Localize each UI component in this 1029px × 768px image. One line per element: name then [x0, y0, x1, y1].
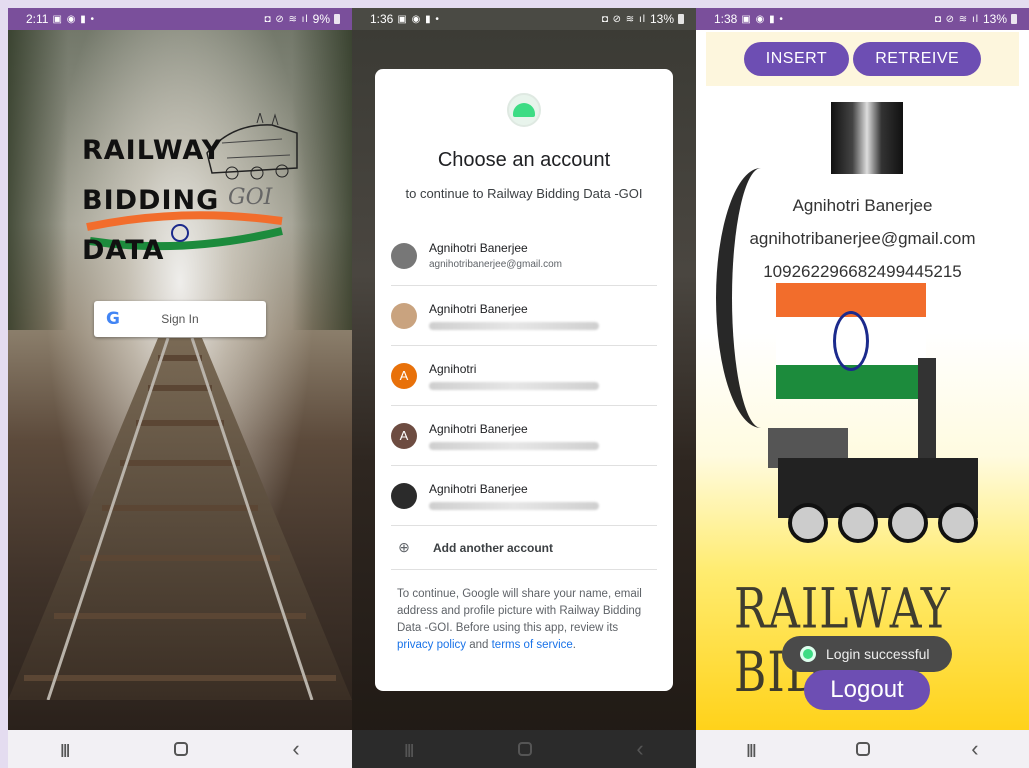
account-item[interactable]: Agnihotri Banerjee: [391, 466, 657, 526]
choose-account-dialog: Choose an account to continue to Railway…: [375, 69, 673, 691]
avatar: [391, 242, 417, 269]
back-icon[interactable]: ‹: [636, 736, 643, 762]
profile-screen: 1:38 ▣ ◉ ▮ • ◘ ⊘ ≋ ıl 13% INSERT RETREIV…: [696, 8, 1029, 768]
account-list: Agnihotri Banerjee agnihotribanerjee@gma…: [391, 226, 657, 570]
recents-icon[interactable]: |||: [404, 741, 414, 757]
redacted-email: [429, 501, 599, 510]
privacy-policy-link[interactable]: privacy policy: [397, 639, 466, 651]
sign-in-label: Sign In: [161, 312, 199, 326]
android-app-icon: [507, 93, 541, 127]
signal-icons: ◘ ⊘ ≋ ıl: [264, 13, 309, 25]
back-icon[interactable]: ‹: [292, 736, 299, 762]
home-icon[interactable]: [517, 742, 532, 756]
signal-icons: ◘ ⊘ ≋ ıl: [601, 13, 646, 25]
status-time: 1:38: [714, 12, 738, 26]
redacted-email: [429, 321, 599, 330]
redacted-email: [429, 381, 599, 390]
account-name: Agnihotri Banerjee: [429, 481, 528, 496]
add-account-button[interactable]: ⊕ Add another account: [391, 526, 657, 570]
status-bar: 1:38 ▣ ◉ ▮ • ◘ ⊘ ≋ ıl 13%: [696, 8, 1029, 30]
redacted-email: [429, 441, 599, 450]
status-bar: 2:11 ▣ ◉ ▮ • ◘ ⊘ ≋ ıl 9%: [8, 8, 352, 30]
logo-railway-text: RAILWAY: [82, 135, 223, 166]
user-name: Agnihotri Banerjee: [792, 196, 933, 215]
recents-icon[interactable]: |||: [60, 741, 70, 757]
avatar: A: [391, 422, 417, 449]
account-name: Agnihotri Banerjee: [429, 241, 528, 255]
toast-message: Login successful: [826, 646, 930, 662]
login-toast: Login successful: [782, 636, 952, 672]
trees-left: [8, 30, 68, 330]
terms-of-service-link[interactable]: terms of service: [492, 639, 573, 651]
account-name: Agnihotri Banerjee: [429, 421, 528, 436]
battery-icon: [1011, 14, 1017, 24]
nav-bar: ||| ‹: [352, 730, 696, 768]
login-screen: 2:11 ▣ ◉ ▮ • ◘ ⊘ ≋ ıl 9% RAILWAY BIDDING…: [8, 8, 352, 768]
railway-track-image: [8, 338, 352, 700]
dialog-subtitle: to continue to Railway Bidding Data -GOI: [405, 186, 643, 201]
status-bar: 1:36 ▣ ◉ ▮ • ◘ ⊘ ≋ ıl 13%: [352, 8, 696, 30]
retrieve-button[interactable]: RETREIVE: [853, 42, 982, 76]
account-item[interactable]: A Agnihotri: [391, 346, 657, 406]
status-time: 1:36: [370, 12, 394, 26]
account-name: Agnihotri Banerjee: [429, 301, 528, 316]
back-icon[interactable]: ‹: [971, 736, 978, 762]
status-time: 2:11: [26, 12, 49, 26]
app-logo: RAILWAY BIDDING GOI DATA: [82, 113, 302, 273]
battery-percent: 9%: [312, 12, 330, 26]
nav-bar: ||| ‹: [696, 730, 1029, 768]
logout-button[interactable]: Logout: [804, 670, 930, 710]
notification-icons: ▣ ◉ ▮ •: [741, 13, 784, 25]
profile-photo: [831, 102, 903, 174]
avatar: [391, 302, 417, 329]
recents-icon[interactable]: |||: [746, 741, 756, 757]
logo-goi-text: GOI: [228, 185, 273, 210]
account-item[interactable]: Agnihotri Banerjee agnihotribanerjee@gma…: [391, 226, 657, 286]
google-sign-in-button[interactable]: G Sign In: [94, 301, 266, 337]
disclaimer-and: and: [466, 639, 492, 651]
disclaimer-text: To continue, Google will share your name…: [397, 588, 642, 634]
dialog-title: Choose an account: [437, 149, 611, 171]
avatar: A: [391, 362, 417, 389]
add-account-label: Add another account: [433, 540, 554, 555]
account-chooser-screen: 1:36 ▣ ◉ ▮ • ◘ ⊘ ≋ ıl 13% Choose an acco…: [352, 8, 696, 768]
add-person-icon: ⊕: [398, 539, 410, 555]
account-item[interactable]: A Agnihotri Banerjee: [391, 406, 657, 466]
home-icon[interactable]: [856, 742, 871, 756]
google-icon: G: [106, 309, 120, 329]
battery-icon: [678, 14, 684, 24]
disclaimer-period: .: [572, 639, 576, 651]
battery-icon: [334, 14, 340, 24]
user-id: 109262296682499445215: [763, 262, 962, 281]
battery-percent: 13%: [982, 12, 1007, 26]
insert-button[interactable]: INSERT: [743, 42, 850, 76]
account-email: agnihotribanerjee@gmail.com: [429, 259, 562, 270]
account-item[interactable]: Agnihotri Banerjee: [391, 286, 657, 346]
logo-data-text: DATA: [82, 235, 165, 266]
notification-icons: ▣ ◉ ▮ •: [52, 13, 95, 25]
nav-bar: ||| ‹: [8, 730, 352, 768]
user-email: agnihotribanerjee@gmail.com: [749, 229, 976, 248]
account-name: Agnihotri: [429, 361, 477, 376]
notification-icons: ▣ ◉ ▮ •: [397, 13, 440, 25]
action-bar: INSERT RETREIVE: [706, 32, 1019, 86]
signal-icons: ◘ ⊘ ≋ ıl: [934, 13, 979, 25]
home-icon[interactable]: [173, 742, 188, 756]
avatar: [391, 482, 417, 509]
app-icon: [800, 646, 816, 662]
battery-percent: 13%: [649, 12, 674, 26]
steam-engine-graphic: [768, 338, 988, 553]
google-disclaimer: To continue, Google will share your name…: [391, 586, 657, 654]
